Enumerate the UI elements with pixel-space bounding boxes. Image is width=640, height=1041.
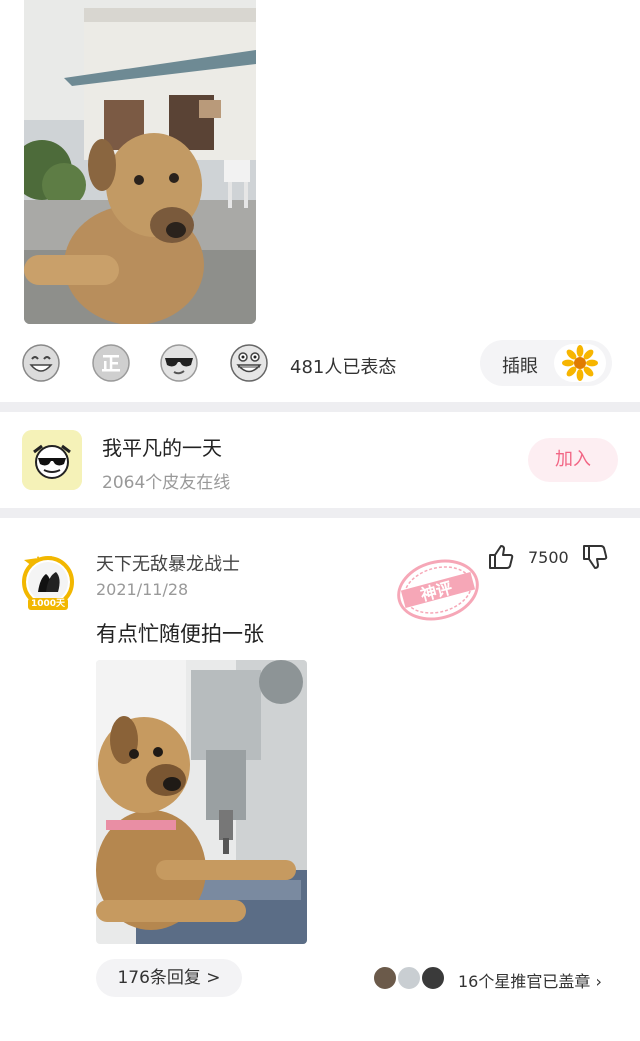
comment-image[interactable] — [96, 660, 307, 944]
group-online-count: 2064个皮友在线 — [102, 473, 231, 493]
join-button[interactable]: 加入 — [528, 438, 618, 482]
avatar-badge: 1000天 — [30, 599, 66, 609]
stamp-summary-link[interactable]: 16个星推官已盖章 › — [458, 968, 602, 992]
zheng-badge-icon[interactable] — [92, 344, 130, 382]
stamper-avatars[interactable] — [372, 965, 452, 991]
sunglasses-face-icon[interactable] — [160, 344, 198, 382]
post-image[interactable] — [24, 0, 256, 324]
reaction-count: 481人已表态 — [290, 357, 397, 378]
comment-username[interactable]: 天下无敌暴龙战士 — [96, 550, 240, 576]
thumbs-down-icon[interactable] — [580, 542, 610, 572]
user-avatar[interactable]: 1000天 — [16, 548, 80, 612]
reaction-bar: 481人已表态 插眼 — [0, 334, 640, 394]
group-name[interactable]: 我平凡的一天 — [102, 432, 222, 461]
stamper-avatar — [396, 965, 422, 991]
stamper-avatar — [420, 965, 446, 991]
like-count: 7500 — [528, 548, 569, 567]
section-divider — [0, 508, 640, 518]
group-avatar[interactable] — [22, 430, 82, 490]
sunflower-icon — [554, 344, 606, 382]
insert-button[interactable]: 插眼 — [480, 340, 612, 386]
insert-label: 插眼 — [502, 356, 538, 377]
stamper-avatar — [372, 965, 398, 991]
section-divider — [0, 402, 640, 412]
laughing-face-icon[interactable] — [22, 344, 60, 382]
comment-date: 2021/11/28 — [96, 580, 189, 599]
comment-item: 1000天 天下无敌暴龙战士 2021/11/28 有点忙随便拍一张 神评 75… — [0, 518, 640, 1041]
god-comment-stamp: 神评 — [392, 554, 484, 626]
thumbs-up-icon[interactable] — [486, 542, 516, 572]
replies-button[interactable]: 176条回复 > — [96, 959, 242, 997]
group-row[interactable]: 我平凡的一天 2064个皮友在线 加入 — [0, 414, 640, 508]
comment-text[interactable]: 有点忙随便拍一张 — [96, 618, 264, 648]
grinning-face-icon[interactable] — [230, 344, 268, 382]
